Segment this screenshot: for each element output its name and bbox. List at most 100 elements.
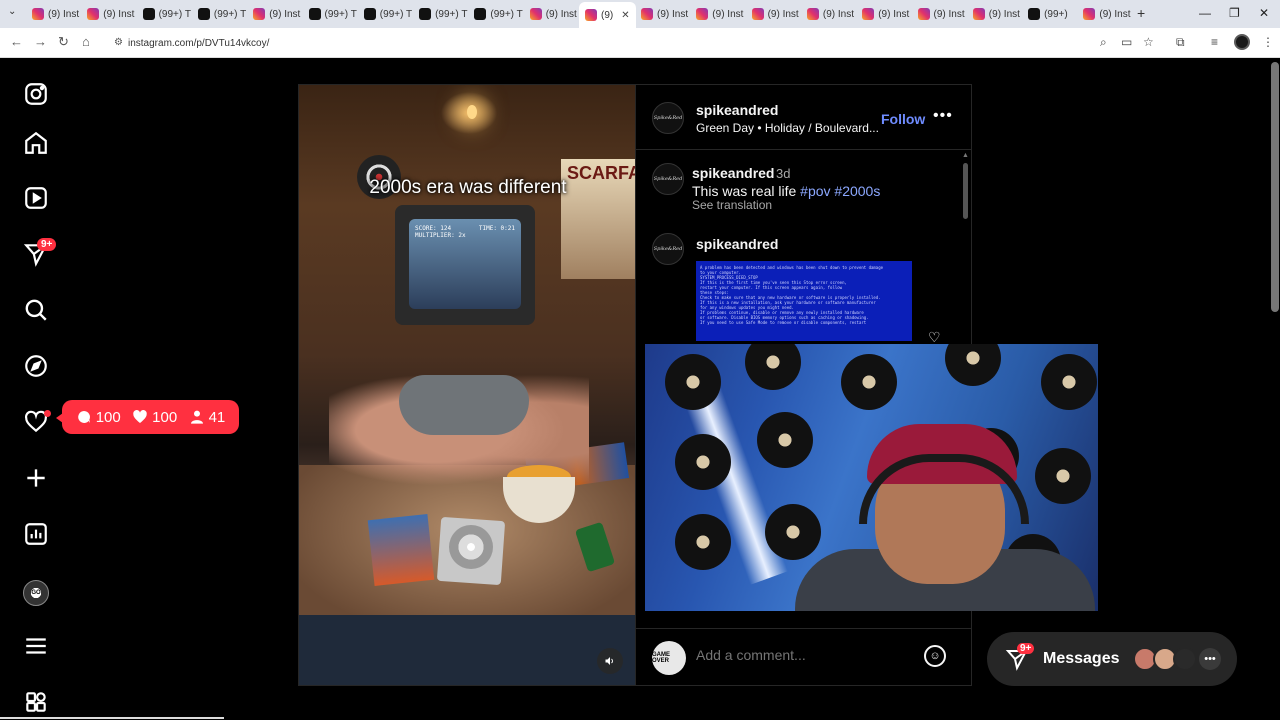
caption-username[interactable]: spikeandred	[692, 165, 774, 181]
browser-profile-avatar[interactable]	[1234, 34, 1250, 50]
browser-tab[interactable]: (9) Inst	[524, 4, 583, 24]
browser-tab[interactable]: (99+) T	[468, 4, 528, 24]
instagram-icon	[1083, 8, 1096, 20]
back-icon[interactable]: ←	[10, 34, 23, 49]
comment-avatar[interactable]: Spike&Red	[652, 233, 684, 265]
follows-count-group: 41	[189, 409, 225, 426]
new-tab-button[interactable]: +	[1137, 5, 1145, 21]
extensions-icon[interactable]: ⧉	[1176, 35, 1185, 50]
author-avatar[interactable]: Spike&Red	[652, 102, 684, 134]
browser-tab[interactable]: (9) Inst	[1077, 4, 1136, 24]
see-translation-link[interactable]: See translation	[692, 198, 772, 212]
browser-tab[interactable]: (99+) T	[137, 4, 197, 24]
crt-tv: SCORE: 124 MULTIPLIER: 2x TIME: 0:21	[395, 205, 535, 325]
instagram-icon	[32, 8, 44, 20]
browser-tab[interactable]: (9) Inst	[635, 4, 694, 24]
bookmark-star-icon[interactable]: ☆	[1143, 35, 1154, 49]
game-controller	[399, 375, 529, 435]
install-app-icon[interactable]: ▭	[1121, 35, 1132, 49]
tiktok-icon	[474, 8, 487, 20]
audio-toggle-button[interactable]	[597, 648, 623, 674]
comments-scrollbar-thumb[interactable]	[963, 163, 968, 219]
close-window-icon[interactable]: ✕	[1259, 6, 1269, 20]
audio-track-link[interactable]: Green Day • Holiday / Boulevard...	[696, 121, 879, 135]
messages-dock[interactable]: 9+ Messages •••	[987, 632, 1237, 686]
browser-tab[interactable]: (9) Inst	[247, 4, 306, 24]
close-tab-icon[interactable]: ✕	[621, 10, 629, 21]
url-field[interactable]: ⚙ instagram.com/p/DVTu14vkcoy/	[108, 32, 1128, 54]
scroll-up-arrow-icon[interactable]: ▲	[962, 152, 969, 159]
comment-bsod-image[interactable]: A problem has been detected and windows …	[696, 261, 912, 341]
browser-tab[interactable]: (9) Inst	[746, 4, 805, 24]
post-media-image[interactable]: SCARFACE SCORE: 124 MULTIPLIER: 2x TIME:…	[298, 84, 636, 686]
activity-notification-pill[interactable]: 100 100 41	[56, 400, 239, 434]
tab-search-chevron-icon[interactable]: ⌄	[8, 6, 16, 17]
tv-time-text: TIME: 0:21	[478, 225, 515, 232]
tiktok-icon	[308, 8, 321, 20]
instagram-icon	[253, 8, 266, 20]
follow-button[interactable]: Follow	[881, 111, 925, 127]
emoji-picker-icon[interactable]: ☺	[924, 645, 946, 667]
likes-count: 100	[152, 408, 178, 426]
reload-icon[interactable]: ↻	[58, 34, 69, 50]
browser-tab[interactable]: (9) Inst	[912, 4, 971, 24]
browser-tab[interactable]: (99+) T	[303, 4, 363, 24]
dashboard-chart-icon[interactable]	[22, 520, 50, 548]
comment-username[interactable]: spikeandred	[696, 236, 778, 252]
comment-input[interactable]	[696, 647, 916, 663]
tab-title: (99+) T	[379, 8, 413, 20]
browser-tab[interactable]: (99+)	[1022, 4, 1074, 24]
page-scrollbar-thumb[interactable]	[1271, 62, 1279, 312]
media-controls-icon[interactable]: ≡	[1211, 35, 1218, 49]
post-header: Spike&Red spikeandred Green Day • Holida…	[636, 85, 972, 150]
forward-icon[interactable]: →	[34, 34, 47, 49]
conversation-avatar[interactable]	[1173, 647, 1197, 671]
profile-avatar[interactable]: GO	[23, 580, 49, 606]
browser-tab[interactable]: (9) Inst	[81, 4, 140, 24]
instagram-logo-icon[interactable]	[22, 80, 50, 108]
tiktok-icon	[197, 8, 210, 20]
also-from-meta-icon[interactable]	[22, 688, 50, 716]
home-icon[interactable]: ⌂	[82, 34, 90, 49]
browser-tab[interactable]: (9) Inst	[856, 4, 915, 24]
restore-icon[interactable]: ❐	[1229, 6, 1240, 20]
minimize-icon[interactable]: —	[1199, 6, 1211, 20]
url-text: instagram.com/p/DVTu14vkcoy/	[128, 37, 270, 49]
browser-tab[interactable]: (9) Inst	[690, 4, 749, 24]
browser-menu-icon[interactable]: ⋮	[1262, 35, 1274, 49]
create-plus-icon[interactable]	[22, 464, 50, 492]
browser-tab[interactable]: (99+) T	[358, 4, 418, 24]
tiktok-icon	[1028, 8, 1041, 20]
caption-timestamp[interactable]: 3d	[776, 166, 790, 181]
tab-title: (9) Inst	[822, 8, 855, 20]
browser-tab[interactable]: (9) Inst	[801, 4, 860, 24]
tiktok-icon	[419, 8, 432, 20]
instagram-icon	[529, 8, 542, 20]
tv-score-text: SCORE: 124 MULTIPLIER: 2x	[415, 225, 466, 239]
vinyl-record	[1035, 448, 1091, 504]
more-menu-icon[interactable]	[22, 632, 50, 660]
explore-compass-icon[interactable]	[22, 352, 50, 380]
more-conversations-icon[interactable]: •••	[1199, 648, 1221, 670]
home-nav-icon[interactable]	[22, 129, 50, 157]
tab-title: (9)	[601, 9, 614, 21]
more-options-icon[interactable]: •••	[933, 107, 953, 125]
messages-label: Messages	[1043, 650, 1120, 667]
author-username[interactable]: spikeandred	[696, 102, 778, 118]
current-user-avatar[interactable]: GAME OVER	[652, 641, 686, 675]
caption-avatar[interactable]: Spike&Red	[652, 163, 684, 195]
vinyl-record	[665, 354, 721, 410]
post-overlay-caption: 2000s era was different	[369, 177, 567, 198]
tv-screen: SCORE: 124 MULTIPLIER: 2x TIME: 0:21	[409, 219, 521, 309]
browser-tab[interactable]: (99+) T	[413, 4, 473, 24]
browser-tab[interactable]: (9) Inst	[967, 4, 1026, 24]
site-info-icon[interactable]: ⚙	[114, 37, 123, 48]
add-comment-row: GAME OVER ☺	[636, 628, 972, 686]
browser-tab[interactable]: (9) ✕	[579, 2, 636, 28]
browser-tab[interactable]: (99+) T	[192, 4, 252, 24]
reels-icon[interactable]	[22, 184, 50, 212]
zoom-icon[interactable]: ⌕	[1100, 35, 1107, 50]
browser-tab[interactable]: (9) Inst	[26, 4, 85, 24]
search-icon[interactable]	[22, 296, 50, 324]
caption-hashtags[interactable]: #pov #2000s	[800, 183, 880, 199]
